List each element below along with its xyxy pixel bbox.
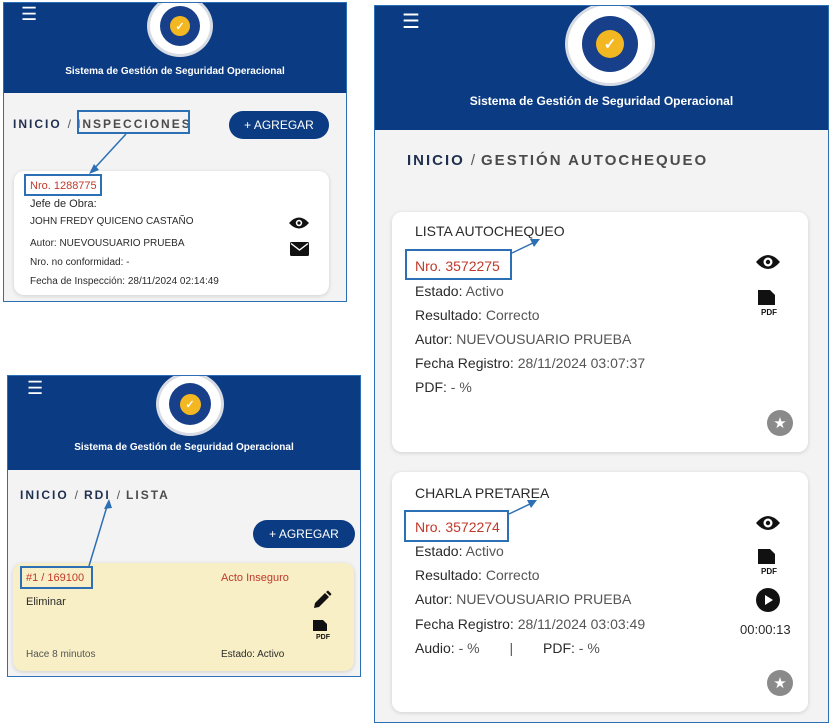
rdi-panel: ☰ ✓ Sistema de Gestión de Seguridad Oper… bbox=[7, 375, 361, 677]
autochequeo-panel: ☰ ✓ Sistema de Gestión de Seguridad Oper… bbox=[374, 5, 829, 723]
annotation-arrow bbox=[89, 133, 127, 174]
inspecciones-panel: ☰ ✓ Sistema de Gestión de Seguridad Oper… bbox=[3, 2, 347, 302]
annotation-arrow bbox=[88, 499, 112, 567]
annotation-arrow bbox=[508, 239, 540, 515]
